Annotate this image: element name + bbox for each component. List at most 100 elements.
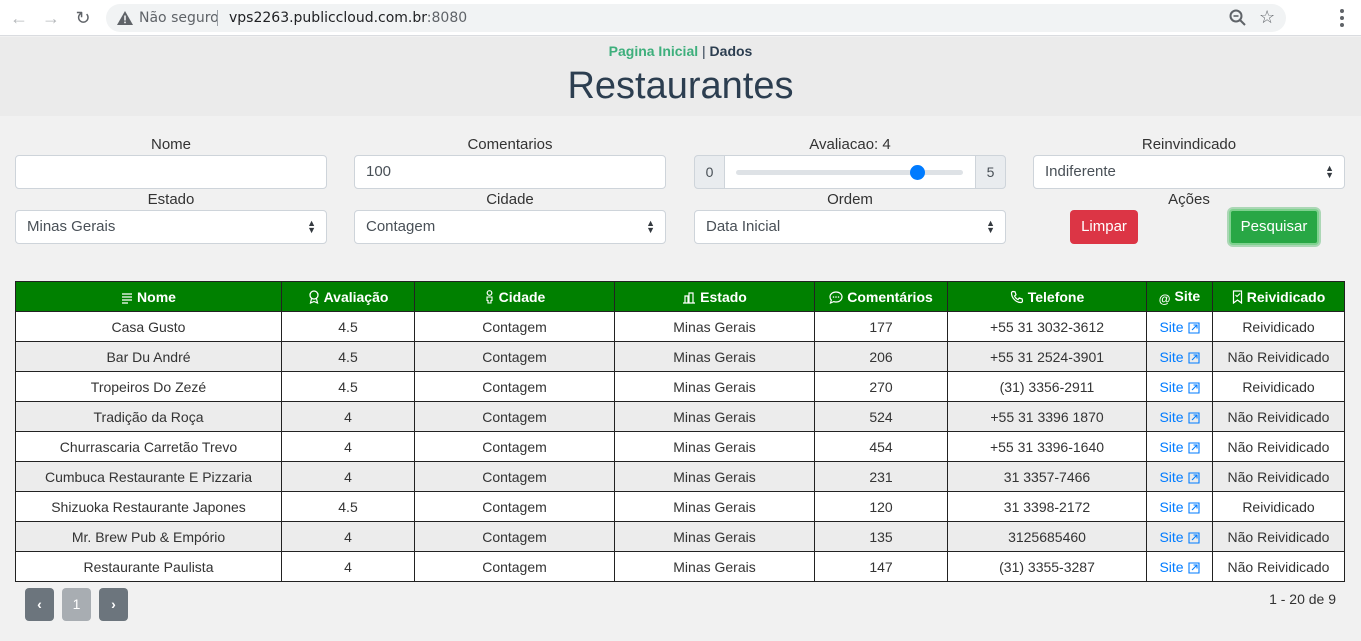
cell-reividicado: Não Reividicado bbox=[1212, 551, 1345, 582]
site-link[interactable]: Site bbox=[1159, 349, 1200, 365]
external-link-icon[interactable] bbox=[1188, 471, 1200, 484]
ordem-select[interactable]: Data Inicial ▲ ▼ bbox=[694, 210, 1006, 244]
nome-label: Nome bbox=[150, 136, 191, 153]
clear-button[interactable]: Limpar bbox=[1070, 210, 1138, 244]
ordem-selected: Data Inicial bbox=[706, 218, 781, 235]
site-link[interactable]: Site bbox=[1159, 319, 1200, 335]
cell-telefone: +55 31 3396 1870 bbox=[947, 401, 1147, 432]
external-link-icon[interactable] bbox=[1188, 441, 1200, 454]
site-link[interactable]: Site bbox=[1159, 408, 1200, 425]
at-icon: @ bbox=[1158, 291, 1171, 306]
cell-nome: Cumbuca Restaurante E Pizzaria bbox=[15, 461, 282, 492]
external-link-icon[interactable] bbox=[1188, 501, 1200, 514]
cell-estado: Minas Gerais bbox=[614, 431, 815, 462]
reinvindicado-select[interactable]: Indiferente ▲ ▼ bbox=[1033, 155, 1345, 189]
bookmark-icon bbox=[1232, 289, 1242, 304]
external-link-icon[interactable] bbox=[1188, 351, 1200, 364]
nome-input[interactable] bbox=[15, 155, 327, 189]
site-link-label: Site bbox=[1159, 378, 1184, 395]
award-icon bbox=[308, 289, 319, 304]
cell-comentarios: 231 bbox=[814, 461, 948, 492]
cell-site: Site bbox=[1146, 431, 1213, 462]
pagination-range-text: 1 - 20 de 9 bbox=[1269, 591, 1336, 607]
cell-reividicado: Não Reividicado bbox=[1212, 521, 1345, 552]
list-icon bbox=[122, 292, 133, 304]
col-header-nome[interactable]: Nome bbox=[15, 281, 282, 312]
col-header-reividicado[interactable]: Reividicado bbox=[1212, 281, 1345, 312]
comentarios-input[interactable]: 100 bbox=[354, 155, 666, 189]
cell-avaliacao: 4 bbox=[281, 521, 415, 552]
site-link[interactable]: Site bbox=[1159, 559, 1200, 575]
cell-cidade: Contagem bbox=[414, 521, 615, 552]
col-header-site[interactable]: @ Site bbox=[1146, 281, 1213, 312]
cell-telefone: (31) 3355-3287 bbox=[947, 551, 1147, 582]
cell-nome: Bar Du André bbox=[15, 341, 282, 372]
estado-selected: Minas Gerais bbox=[27, 218, 116, 235]
back-arrow-icon[interactable]: ← bbox=[7, 6, 31, 30]
col-header-cidade[interactable]: Cidade bbox=[414, 281, 615, 312]
site-link[interactable]: Site bbox=[1159, 378, 1200, 395]
external-link-icon[interactable] bbox=[1188, 321, 1200, 334]
cell-cidade: Contagem bbox=[414, 491, 615, 522]
reinvindicado-selected: Indiferente bbox=[1045, 163, 1116, 180]
external-link-icon[interactable] bbox=[1188, 531, 1200, 544]
col-header-avaliacao[interactable]: Avaliação bbox=[281, 281, 415, 312]
breadcrumb-home-link[interactable]: Pagina Inicial bbox=[609, 43, 698, 59]
forward-arrow-icon[interactable]: → bbox=[39, 6, 63, 30]
cell-site: Site bbox=[1146, 521, 1213, 552]
bookmark-star-icon[interactable]: ☆ bbox=[1259, 7, 1275, 28]
table-row: Churrascaria Carretão Trevo 4 Contagem Mina… bbox=[15, 431, 1345, 462]
warning-triangle-icon[interactable] bbox=[116, 9, 134, 27]
cell-estado: Minas Gerais bbox=[614, 521, 815, 552]
cell-cidade: Contagem bbox=[414, 341, 615, 372]
slider-track[interactable] bbox=[736, 170, 963, 175]
cell-comentarios: 454 bbox=[814, 431, 948, 462]
pagination-prev-button[interactable]: ‹ bbox=[25, 588, 54, 621]
cidade-select[interactable]: Contagem ▲ ▼ bbox=[354, 210, 666, 244]
address-bar[interactable]: Não seguro vps2263.publiccloud.com.br:80… bbox=[106, 4, 1286, 32]
building-icon bbox=[683, 291, 696, 304]
cell-site: Site bbox=[1146, 371, 1213, 402]
estado-select[interactable]: Minas Gerais ▲ ▼ bbox=[15, 210, 327, 244]
security-label[interactable]: Não seguro bbox=[139, 10, 219, 26]
site-link-label: Site bbox=[1159, 408, 1184, 425]
external-link-icon[interactable] bbox=[1188, 561, 1200, 574]
pagination-next-button[interactable]: › bbox=[99, 588, 128, 621]
page-title: Restaurantes bbox=[567, 65, 794, 107]
cell-nome: Tradição da Roça bbox=[15, 401, 282, 432]
site-link[interactable]: Site bbox=[1159, 439, 1200, 455]
search-button[interactable]: Pesquisar bbox=[1229, 209, 1319, 245]
cell-avaliacao: 4.5 bbox=[281, 341, 415, 372]
avaliacao-slider[interactable] bbox=[725, 155, 975, 189]
site-link[interactable]: Site bbox=[1159, 529, 1200, 545]
site-link[interactable]: Site bbox=[1159, 469, 1200, 485]
reload-icon[interactable]: ↻ bbox=[71, 6, 95, 30]
col-header-label: Avaliação bbox=[323, 288, 389, 305]
col-header-label: Telefone bbox=[1027, 288, 1085, 305]
page-header: Pagina Inicial | Dados Restaurantes bbox=[0, 37, 1361, 116]
table-row: Casa Gusto 4.5 Contagem Minas Gerais 177 +55 … bbox=[15, 311, 1345, 342]
external-link-icon[interactable] bbox=[1188, 411, 1200, 424]
col-header-label: Nome bbox=[137, 288, 176, 305]
breadcrumb-separator: | bbox=[698, 43, 710, 59]
slider-thumb[interactable] bbox=[910, 165, 926, 180]
col-header-label: Site bbox=[1174, 287, 1201, 304]
cell-reividicado: Reividicado bbox=[1212, 371, 1345, 402]
avaliacao-label: Avaliacao: 4 bbox=[809, 136, 891, 153]
cell-reividicado: Não Reividicado bbox=[1212, 431, 1345, 462]
cell-telefone: 3125685460 bbox=[947, 521, 1147, 552]
ordem-label: Ordem bbox=[827, 191, 873, 208]
zoom-icon[interactable] bbox=[1228, 8, 1248, 28]
col-header-comentarios[interactable]: Comentários bbox=[814, 281, 948, 312]
col-header-estado[interactable]: Estado bbox=[614, 281, 815, 312]
pagination-page-button[interactable]: 1 bbox=[62, 588, 91, 621]
person-icon bbox=[486, 289, 493, 304]
external-link-icon[interactable] bbox=[1188, 381, 1200, 394]
col-header-telefone[interactable]: Telefone bbox=[947, 281, 1147, 312]
url-text[interactable]: vps2263.publiccloud.com.br:8080 bbox=[229, 10, 467, 26]
site-link[interactable]: Site bbox=[1159, 499, 1200, 515]
kebab-menu-icon[interactable] bbox=[1332, 6, 1352, 30]
table-row: Mr. Brew Pub & Empório 4 Contagem Minas Ger… bbox=[15, 521, 1345, 552]
select-caret-icon: ▲ ▼ bbox=[1325, 163, 1334, 180]
cell-avaliacao: 4 bbox=[281, 551, 415, 582]
